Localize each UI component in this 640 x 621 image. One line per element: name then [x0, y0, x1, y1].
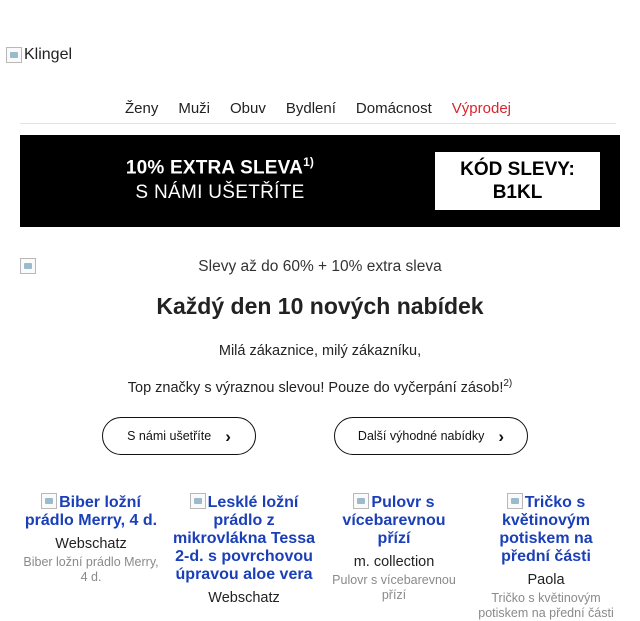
chevron-right-icon: › — [225, 426, 231, 446]
product-description: Biber ložní prádlo Merry, 4 d. — [23, 555, 159, 584]
discount-code: B1KL — [492, 182, 543, 203]
nav-item-vyprodej[interactable]: Výprodej — [452, 96, 511, 123]
save-with-us-label: S námi ušetříte — [127, 429, 212, 443]
discount-code-box: KÓD SLEVY: B1KL — [435, 152, 600, 210]
broken-image-icon — [353, 493, 370, 509]
product-image-link[interactable]: Biber ložní prádlo Merry, 4 d. — [21, 493, 161, 530]
discount-code-label: KÓD SLEVY: — [460, 159, 575, 180]
product-description: Pulovr s vícebarevnou přízí — [332, 573, 456, 602]
greeting-text: Milá zákaznice, milý zákazníku, — [218, 343, 422, 359]
hero-image[interactable]: Slevy až do 60% + 10% extra sleva — [20, 257, 620, 277]
promo-text: 10% EXTRA SLEVA1) S NÁMI UŠETŘÍTE — [20, 155, 420, 204]
broken-image-icon — [41, 493, 58, 509]
nav-item-domacnost[interactable]: Domácnost — [356, 96, 432, 123]
promo-headline-text: 10% EXTRA SLEVA — [125, 157, 304, 179]
product-image-link[interactable]: Pulovr s vícebarevnou přízí — [324, 493, 464, 548]
more-offers-button[interactable]: Další výhodné nabídky › — [334, 417, 528, 455]
product-card[interactable]: Lesklé ložní prádlo z mikrovlákna Tessa … — [172, 493, 316, 609]
logo-alt-text: Klingel — [24, 46, 73, 63]
promo-subline: S NÁMI UŠETŘÍTE — [135, 182, 305, 204]
tagline-footnote: 2) — [503, 378, 513, 389]
product-brand: Paola — [527, 572, 565, 588]
promo-headline: 10% EXTRA SLEVA1) — [20, 155, 420, 179]
nav-item-bydleni[interactable]: Bydlení — [286, 96, 336, 123]
product-card[interactable]: Pulovr s vícebarevnou přízí m. collectio… — [324, 493, 464, 603]
product-card[interactable]: Biber ložní prádlo Merry, 4 d. Webschatz… — [21, 493, 161, 585]
main-nav: Ženy Muži Obuv Bydlení Domácnost Výprode… — [20, 96, 616, 124]
broken-image-icon — [20, 258, 36, 274]
page-headline: Každý den 10 nových nabídek — [156, 293, 484, 319]
product-image-link[interactable]: Tričko s květinovým potiskem na přední č… — [476, 493, 616, 566]
chevron-right-icon: › — [498, 426, 505, 446]
logo[interactable]: Klingel — [6, 46, 72, 64]
broken-image-icon — [189, 493, 206, 509]
broken-image-icon — [506, 493, 523, 509]
tagline-text: Top značky s výraznou slevou! Pouze do v… — [0, 378, 640, 396]
product-brand: Webschatz — [208, 590, 280, 606]
product-brand: Webschatz — [55, 536, 127, 552]
product-description: Tričko s květinovým potiskem na přední č… — [478, 591, 614, 620]
nav-item-zeny[interactable]: Ženy — [125, 96, 158, 123]
product-brand: m. collection — [353, 554, 435, 570]
product-image-link[interactable]: Lesklé ložní prádlo z mikrovlákna Tessa … — [172, 493, 316, 584]
promo-banner[interactable]: 10% EXTRA SLEVA1) S NÁMI UŠETŘÍTE KÓD SL… — [20, 135, 620, 227]
save-with-us-button[interactable]: S námi ušetříte › — [102, 417, 256, 455]
promo-footnote: 1) — [303, 155, 315, 169]
tagline-body: Top značky s výraznou slevou! Pouze do v… — [127, 379, 504, 396]
hero-image-alt: Slevy až do 60% + 10% extra sleva — [198, 258, 442, 275]
nav-item-obuv[interactable]: Obuv — [230, 96, 266, 123]
product-card[interactable]: Tričko s květinovým potiskem na přední č… — [476, 493, 616, 621]
broken-image-icon — [6, 47, 22, 63]
more-offers-label: Další výhodné nabídky — [357, 429, 485, 443]
nav-item-muzi[interactable]: Muži — [178, 96, 210, 123]
